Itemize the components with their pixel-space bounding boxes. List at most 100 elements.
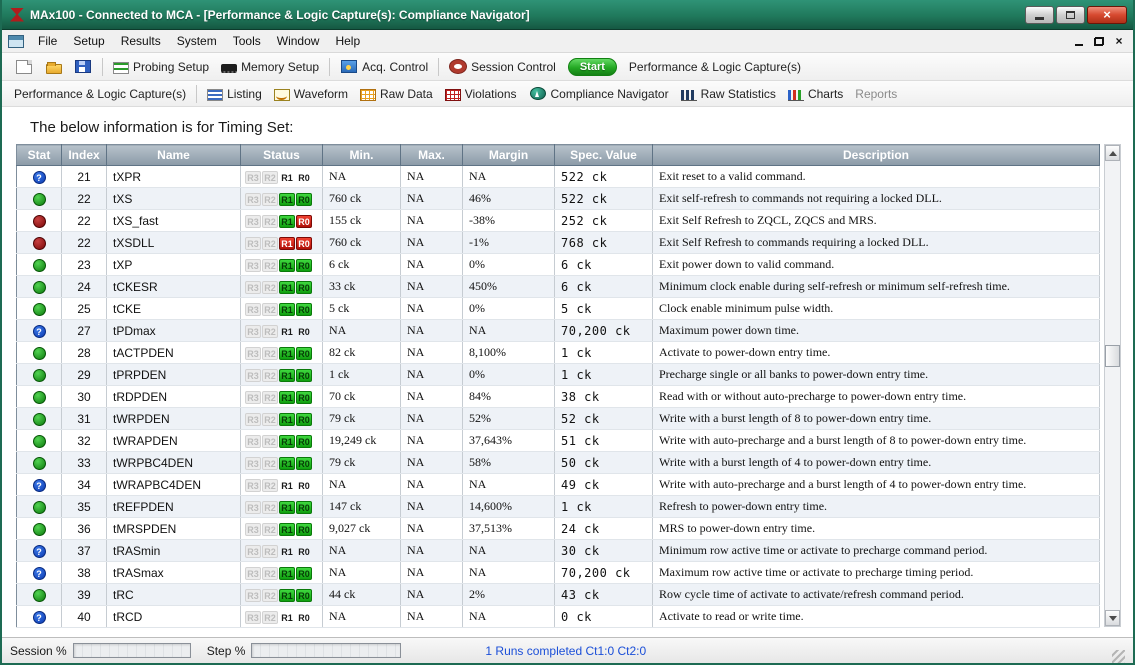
table-row[interactable]: ?37tRASminR3R2R1R0NANANA30 ckMinimum row… (17, 540, 1100, 562)
maximize-button[interactable] (1056, 6, 1085, 24)
table-row[interactable]: 24tCKESRR3R2R1R033 ckNA450%6 ckMinimum c… (17, 276, 1100, 298)
table-row[interactable]: 25tCKER3R2R1R05 ckNA0%5 ckClock enable m… (17, 298, 1100, 320)
session-progress-label: Session % (10, 644, 67, 658)
charts-label: Charts (808, 87, 843, 101)
pass-status-icon (33, 347, 46, 360)
menu-system[interactable]: System (169, 31, 225, 51)
open-button[interactable] (40, 58, 68, 76)
rank-indicator: R1 (279, 237, 295, 250)
new-document-button[interactable] (8, 57, 40, 77)
table-row[interactable]: 30tRDPDENR3R2R1R070 ckNA84%38 ckRead wit… (17, 386, 1100, 408)
window-title: MAx100 - Connected to MCA - [Performance… (30, 8, 530, 22)
menu-tools[interactable]: Tools (225, 31, 269, 51)
violations-view-button[interactable]: Violations (439, 85, 523, 103)
compliance-navigator-label: Compliance Navigator (551, 87, 669, 101)
table-row[interactable]: ?34tWRAPBC4DENR3R2R1R0NANANA49 ckWrite w… (17, 474, 1100, 496)
description-cell: MRS to power-down entry time. (653, 518, 1100, 540)
scrollbar-thumb[interactable] (1105, 345, 1120, 367)
spec-value-cell: 1 ck (555, 496, 653, 518)
resize-grip[interactable] (1112, 650, 1125, 663)
menu-help[interactable]: Help (327, 31, 368, 51)
status-cell: R3R2R1R0 (241, 166, 323, 188)
table-row[interactable]: 33tWRPBC4DENR3R2R1R079 ckNA58%50 ckWrite… (17, 452, 1100, 474)
menu-window[interactable]: Window (269, 31, 328, 51)
table-row[interactable]: 31tWRPDENR3R2R1R079 ckNA52%52 ckWrite wi… (17, 408, 1100, 430)
timing-table[interactable]: Stat Index Name Status Min. Max. Margin … (16, 144, 1100, 628)
mdi-child-icon[interactable] (8, 35, 24, 48)
mdi-restore-button[interactable] (1089, 33, 1109, 50)
vertical-scrollbar[interactable] (1104, 144, 1121, 627)
table-row[interactable]: 23tXPR3R2R1R06 ckNA0%6 ckExit power down… (17, 254, 1100, 276)
column-header-spec-value[interactable]: Spec. Value (555, 145, 653, 166)
rank-indicator: R0 (296, 237, 312, 250)
menu-file[interactable]: File (30, 31, 65, 51)
column-header-stat[interactable]: Stat (17, 145, 62, 166)
column-header-max[interactable]: Max. (401, 145, 463, 166)
table-row[interactable]: 28tACTPDENR3R2R1R082 ckNA8,100%1 ckActiv… (17, 342, 1100, 364)
title-bar[interactable]: MAx100 - Connected to MCA - [Performance… (2, 0, 1133, 30)
table-row[interactable]: 32tWRAPDENR3R2R1R019,249 ckNA37,643%51 c… (17, 430, 1100, 452)
table-row[interactable]: 22tXS_fastR3R2R1R0155 ckNA-38%252 ckExit… (17, 210, 1100, 232)
index-cell: 39 (62, 584, 107, 606)
max-cell: NA (401, 452, 463, 474)
memory-setup-button[interactable]: Memory Setup (215, 58, 325, 76)
menu-setup[interactable]: Setup (65, 31, 112, 51)
index-cell: 27 (62, 320, 107, 342)
table-row[interactable]: ?21tXPRR3R2R1R0NANANA522 ckExit reset to… (17, 166, 1100, 188)
acq-control-button[interactable]: Acq. Control (334, 57, 434, 76)
max-cell: NA (401, 254, 463, 276)
close-button[interactable]: × (1087, 6, 1127, 24)
table-row[interactable]: 22tXSDLLR3R2R1R0760 ckNA-1%768 ckExit Se… (17, 232, 1100, 254)
listing-icon (207, 89, 223, 101)
listing-view-button[interactable]: Listing (201, 85, 268, 103)
description-cell: Exit Self Refresh to commands requiring … (653, 232, 1100, 254)
table-row[interactable]: 22tXSR3R2R1R0760 ckNA46%522 ckExit self-… (17, 188, 1100, 210)
raw-data-view-button[interactable]: Raw Data (354, 85, 439, 103)
table-row[interactable]: ?38tRASmaxR3R2R1R0NANANA70,200 ckMaximum… (17, 562, 1100, 584)
start-button[interactable]: Start (568, 58, 617, 76)
rank-indicator: R2 (262, 193, 278, 206)
table-row[interactable]: 36tMRSPDENR3R2R1R09,027 ckNA37,513%24 ck… (17, 518, 1100, 540)
scroll-up-button[interactable] (1105, 145, 1120, 161)
table-row[interactable]: ?27tPDmaxR3R2R1R0NANANA70,200 ckMaximum … (17, 320, 1100, 342)
save-button[interactable] (68, 57, 98, 76)
table-row[interactable]: 35tREFPDENR3R2R1R0147 ckNA14,600%1 ckRef… (17, 496, 1100, 518)
table-row[interactable]: 39tRCR3R2R1R044 ckNA2%43 ckRow cycle tim… (17, 584, 1100, 606)
waveform-label: Waveform (294, 87, 348, 101)
column-header-margin[interactable]: Margin (463, 145, 555, 166)
min-cell: 79 ck (323, 408, 401, 430)
mdi-minimize-button[interactable] (1069, 33, 1089, 50)
description-cell: Exit self-refresh to commands not requir… (653, 188, 1100, 210)
spec-value-cell: 70,200 ck (555, 562, 653, 584)
column-header-name[interactable]: Name (107, 145, 241, 166)
rank-indicator: R0 (296, 325, 312, 338)
column-header-index[interactable]: Index (62, 145, 107, 166)
rank-indicator: R2 (262, 413, 278, 426)
waveform-view-button[interactable]: Waveform (268, 85, 354, 103)
reports-view-button[interactable]: Reports (849, 87, 903, 101)
raw-statistics-view-button[interactable]: Raw Statistics (675, 85, 782, 103)
raw-data-label: Raw Data (380, 87, 433, 101)
index-cell: 38 (62, 562, 107, 584)
rank-indicator: R0 (296, 545, 312, 558)
column-header-status[interactable]: Status (241, 145, 323, 166)
index-cell: 33 (62, 452, 107, 474)
column-header-min[interactable]: Min. (323, 145, 401, 166)
charts-view-button[interactable]: Charts (782, 85, 849, 103)
rank-indicator: R2 (262, 611, 278, 624)
stat-cell (17, 276, 62, 298)
rank-indicator: R2 (262, 325, 278, 338)
status-cell: R3R2R1R0 (241, 276, 323, 298)
menu-results[interactable]: Results (113, 31, 169, 51)
minimize-button[interactable] (1025, 6, 1054, 24)
compliance-navigator-view-button[interactable]: Compliance Navigator (523, 84, 675, 103)
mdi-close-button[interactable]: × (1109, 33, 1129, 50)
scroll-down-button[interactable] (1105, 610, 1120, 626)
column-header-description[interactable]: Description (653, 145, 1100, 166)
table-row[interactable]: 29tPRPDENR3R2R1R01 ckNA0%1 ckPrecharge s… (17, 364, 1100, 386)
table-row[interactable]: ?40tRCDR3R2R1R0NANANA0 ckActivate to rea… (17, 606, 1100, 628)
probing-setup-button[interactable]: Probing Setup (107, 58, 215, 76)
view-capture-label[interactable]: Performance & Logic Capture(s) (8, 87, 192, 101)
views-toolbar: Performance & Logic Capture(s) Listing W… (2, 81, 1133, 107)
session-control-button[interactable]: Session Control (443, 57, 562, 76)
